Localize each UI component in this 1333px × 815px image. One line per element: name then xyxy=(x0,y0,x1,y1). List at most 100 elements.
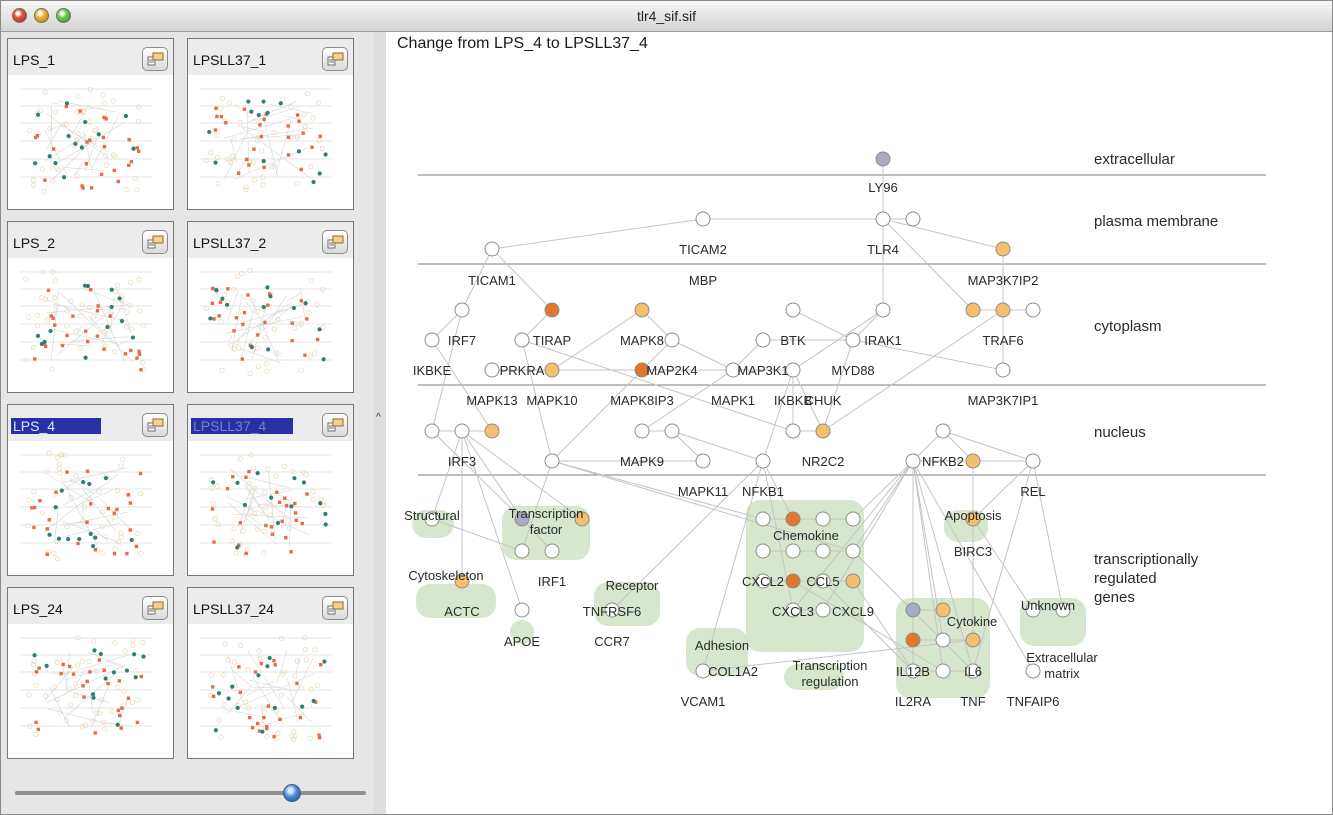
open-window-button[interactable] xyxy=(322,47,348,71)
zoom-slider-knob[interactable] xyxy=(283,784,302,802)
thumbnail-card[interactable]: LPSLL37_4 xyxy=(187,404,354,576)
thumbnail-grid: LPS_1 LPSLL37_1 LPS_2 LPSLL37_2 LPS_4 LPSLL37… xyxy=(7,38,368,772)
window-icon xyxy=(327,601,344,615)
gene-node[interactable] xyxy=(514,332,530,348)
gene-node[interactable] xyxy=(634,423,650,439)
gene-node[interactable] xyxy=(905,602,921,618)
gene-label: TICAM2 xyxy=(679,242,727,257)
gene-node[interactable] xyxy=(1025,302,1041,318)
gene-label: IRAK1 xyxy=(864,333,902,348)
gene-label: MAP3K7IP2 xyxy=(968,273,1039,288)
gene-node[interactable] xyxy=(484,423,500,439)
gene-label: CXCL9 xyxy=(832,604,874,619)
gene-node[interactable] xyxy=(785,511,801,527)
gene-node[interactable] xyxy=(905,453,921,469)
gene-node[interactable] xyxy=(845,543,861,559)
thumbnail-card[interactable]: LPS_2 xyxy=(7,221,174,393)
thumbnail-label: LPS_2 xyxy=(13,235,56,251)
gene-node[interactable] xyxy=(544,302,560,318)
gene-label: CXCL3 xyxy=(772,604,814,619)
gene-node[interactable] xyxy=(785,423,801,439)
open-window-button[interactable] xyxy=(142,413,168,437)
gene-node[interactable] xyxy=(935,423,951,439)
gene-node[interactable] xyxy=(544,362,560,378)
gene-node[interactable] xyxy=(544,543,560,559)
gene-node[interactable] xyxy=(695,211,711,227)
category-label: Structural xyxy=(404,508,460,523)
title-bar[interactable]: tlr4_sif.sif xyxy=(1,1,1332,32)
gene-node[interactable] xyxy=(755,511,771,527)
gene-node[interactable] xyxy=(424,423,440,439)
gene-label: IKBKE xyxy=(413,363,452,378)
open-window-button[interactable] xyxy=(322,596,348,620)
gene-node[interactable] xyxy=(905,211,921,227)
gene-node[interactable] xyxy=(514,543,530,559)
split-pane-divider[interactable]: ^ xyxy=(374,32,386,814)
thumbnail-card[interactable]: LPSLL37_24 xyxy=(187,587,354,759)
gene-node[interactable] xyxy=(1025,663,1041,679)
gene-node[interactable] xyxy=(815,543,831,559)
thumbnail-card[interactable]: LPS_4 xyxy=(7,404,174,576)
gene-node[interactable] xyxy=(995,241,1011,257)
gene-node[interactable] xyxy=(454,302,470,318)
open-window-button[interactable] xyxy=(142,230,168,254)
gene-node[interactable] xyxy=(935,632,951,648)
gene-node[interactable] xyxy=(845,511,861,527)
gene-node[interactable] xyxy=(815,423,831,439)
gene-label: APOE xyxy=(504,634,540,649)
thumbnail-card[interactable]: LPSLL37_1 xyxy=(187,38,354,210)
gene-node[interactable] xyxy=(965,632,981,648)
open-window-button[interactable] xyxy=(322,413,348,437)
network-thumbnail xyxy=(200,635,332,742)
gene-node[interactable] xyxy=(544,453,560,469)
gene-label: COL1A2 xyxy=(708,664,758,679)
gene-label: MAP3K1 xyxy=(737,363,788,378)
gene-node[interactable] xyxy=(995,302,1011,318)
gene-node[interactable] xyxy=(905,632,921,648)
thumbnail-card[interactable]: LPS_1 xyxy=(7,38,174,210)
gene-node[interactable] xyxy=(815,511,831,527)
gene-node[interactable] xyxy=(755,453,771,469)
gene-node[interactable] xyxy=(664,332,680,348)
gene-node[interactable] xyxy=(785,573,801,589)
gene-node[interactable] xyxy=(815,602,831,618)
gene-node[interactable] xyxy=(935,663,951,679)
network-graph[interactable]: LY96 TICAM2 TLR4 TICAM1 MBP MAP3K7IP2 IRF7 TIRA… xyxy=(386,32,1332,814)
gene-node[interactable] xyxy=(454,423,470,439)
thumbnail-card[interactable]: LPSLL37_2 xyxy=(187,221,354,393)
gene-node[interactable] xyxy=(965,302,981,318)
gene-node[interactable] xyxy=(785,543,801,559)
gene-node[interactable] xyxy=(875,211,891,227)
gene-node[interactable] xyxy=(484,362,500,378)
open-window-button[interactable] xyxy=(142,596,168,620)
gene-node[interactable] xyxy=(875,151,891,167)
gene-node[interactable] xyxy=(695,453,711,469)
gene-node[interactable] xyxy=(634,302,650,318)
window-icon xyxy=(147,418,164,432)
gene-node[interactable] xyxy=(755,543,771,559)
thumbnail-card[interactable]: LPS_24 xyxy=(7,587,174,759)
open-window-button[interactable] xyxy=(142,47,168,71)
layer-label: extracellular xyxy=(1094,151,1175,168)
gene-node[interactable] xyxy=(845,332,861,348)
thumbnail-label: LPSLL37_1 xyxy=(193,52,267,68)
thumbnail-label: LPS_24 xyxy=(13,601,63,617)
gene-node[interactable] xyxy=(664,423,680,439)
gene-node[interactable] xyxy=(965,453,981,469)
gene-node[interactable] xyxy=(755,332,771,348)
gene-node[interactable] xyxy=(484,241,500,257)
gene-node[interactable] xyxy=(514,602,530,618)
gene-node[interactable] xyxy=(845,573,861,589)
gene-label: CCL5 xyxy=(806,574,839,589)
open-window-button[interactable] xyxy=(322,230,348,254)
gene-node[interactable] xyxy=(1025,453,1041,469)
gene-node[interactable] xyxy=(995,362,1011,378)
zoom-slider-track[interactable] xyxy=(15,791,366,795)
gene-label: TNFRSF6 xyxy=(583,604,642,619)
gene-label: MAPK8IP3 xyxy=(610,393,674,408)
gene-node[interactable] xyxy=(875,302,891,318)
gene-label: MAPK1 xyxy=(711,393,755,408)
gene-node[interactable] xyxy=(785,302,801,318)
gene-node[interactable] xyxy=(424,332,440,348)
collapse-arrow-icon[interactable]: ^ xyxy=(376,412,381,423)
